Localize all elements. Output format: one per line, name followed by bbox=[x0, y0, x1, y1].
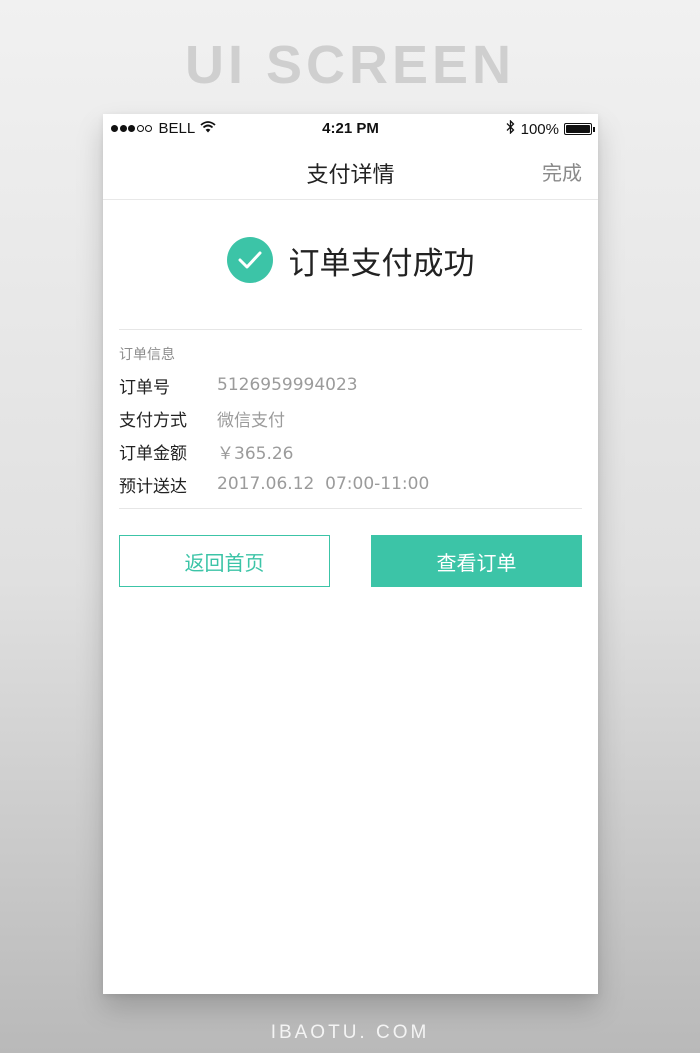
footer-brand: IBAOTU. COM bbox=[270, 1022, 430, 1043]
status-bar: BELL 4:21 PM 100% bbox=[103, 114, 598, 142]
section-label: 订单信息 bbox=[119, 347, 175, 363]
info-row-order-amount: 订单金额 ￥365.26 bbox=[119, 436, 582, 466]
banner-title: UI SCREEN bbox=[184, 35, 516, 95]
success-message: 订单支付成功 bbox=[288, 245, 475, 282]
phone-screen: BELL 4:21 PM 100% 支付详情 完成 订单支付成功 订单信息 订单… bbox=[103, 114, 598, 994]
info-row-order-number: 订单号 5126959994023 bbox=[119, 370, 582, 400]
view-order-button[interactable]: 查看订单 bbox=[371, 535, 582, 587]
check-circle-icon bbox=[226, 237, 273, 283]
status-right: 100% bbox=[506, 119, 595, 138]
info-label: 订单金额 bbox=[119, 443, 187, 464]
divider-bottom bbox=[119, 508, 582, 509]
battery-icon bbox=[564, 123, 595, 135]
info-row-delivery-time: 预计送达 2017.06.12 07:00-11:00 bbox=[119, 469, 582, 499]
battery-percent: 100% bbox=[520, 120, 559, 138]
done-button[interactable]: 完成 bbox=[542, 157, 582, 186]
nav-bar: 支付详情 完成 bbox=[103, 142, 598, 200]
bluetooth-icon bbox=[506, 119, 515, 138]
info-value: ￥365.26 bbox=[217, 443, 294, 464]
info-label: 订单号 bbox=[119, 377, 170, 398]
divider-top bbox=[119, 329, 582, 330]
info-label: 支付方式 bbox=[119, 410, 187, 431]
info-row-payment-method: 支付方式 微信支付 bbox=[119, 403, 582, 433]
page-title: 支付详情 bbox=[306, 163, 395, 188]
payment-success: 订单支付成功 bbox=[103, 237, 598, 283]
info-value: 2017.06.12 07:00-11:00 bbox=[217, 474, 430, 494]
info-value: 微信支付 bbox=[217, 410, 285, 431]
info-label: 预计送达 bbox=[119, 476, 187, 497]
back-home-button[interactable]: 返回首页 bbox=[119, 535, 330, 587]
info-value: 5126959994023 bbox=[217, 375, 358, 395]
